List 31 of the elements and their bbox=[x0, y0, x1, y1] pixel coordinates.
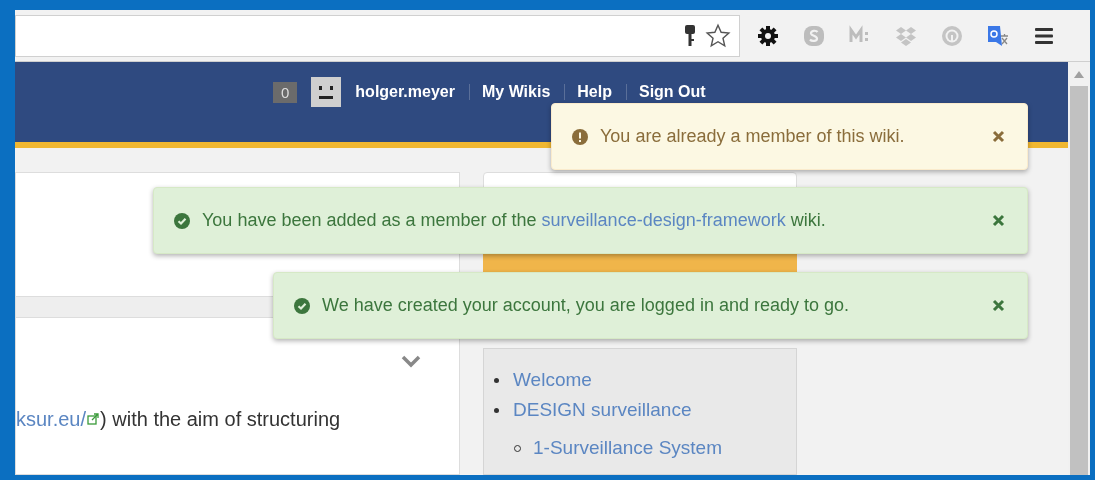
exclamation-icon bbox=[572, 128, 588, 145]
close-icon[interactable] bbox=[992, 130, 1005, 143]
avatar-icon[interactable] bbox=[311, 77, 342, 107]
nav-link[interactable]: DESIGN surveillance bbox=[513, 395, 692, 425]
alert-message: We have created your account, you are logged in and ready to go. bbox=[322, 294, 850, 317]
close-icon[interactable] bbox=[992, 214, 1005, 227]
translate-icon[interactable] bbox=[986, 23, 1010, 48]
alert-message: You are already a member of this wiki. bbox=[600, 125, 906, 148]
nav-link[interactable]: Welcome bbox=[513, 365, 592, 395]
nav-link[interactable]: 1-Surveillance System bbox=[533, 433, 723, 463]
gear-icon[interactable] bbox=[756, 23, 780, 48]
star-icon[interactable] bbox=[705, 22, 731, 49]
header-link[interactable]: My Wikis bbox=[481, 84, 551, 100]
notification-count[interactable]: 0 bbox=[273, 81, 298, 103]
header-link[interactable]: Sign Out bbox=[638, 84, 706, 100]
content-link[interactable]: ksur.eu/ bbox=[16, 404, 87, 434]
close-icon[interactable] bbox=[992, 299, 1005, 312]
header-link[interactable]: Help bbox=[577, 84, 612, 100]
bullet-icon bbox=[494, 407, 499, 413]
alert-message: You have been added as a member of the surveillance-design-framework wiki. bbox=[202, 209, 827, 232]
scroll-up-icon[interactable] bbox=[1074, 70, 1084, 78]
chevron-down-icon[interactable] bbox=[401, 354, 421, 368]
content-paragraph: ksur.eu/ ) with the aim of structuring bbox=[16, 368, 459, 434]
bullet-icon bbox=[494, 377, 499, 383]
scrollbar-thumb[interactable] bbox=[1070, 86, 1088, 475]
wiki-link[interactable]: surveillance-design-framework bbox=[541, 210, 786, 230]
check-circle-icon bbox=[294, 297, 310, 314]
key-icon[interactable] bbox=[683, 23, 697, 48]
external-link-icon[interactable] bbox=[87, 413, 100, 425]
check-circle-icon bbox=[174, 212, 190, 229]
username-link[interactable]: holger.meyer bbox=[355, 84, 455, 100]
